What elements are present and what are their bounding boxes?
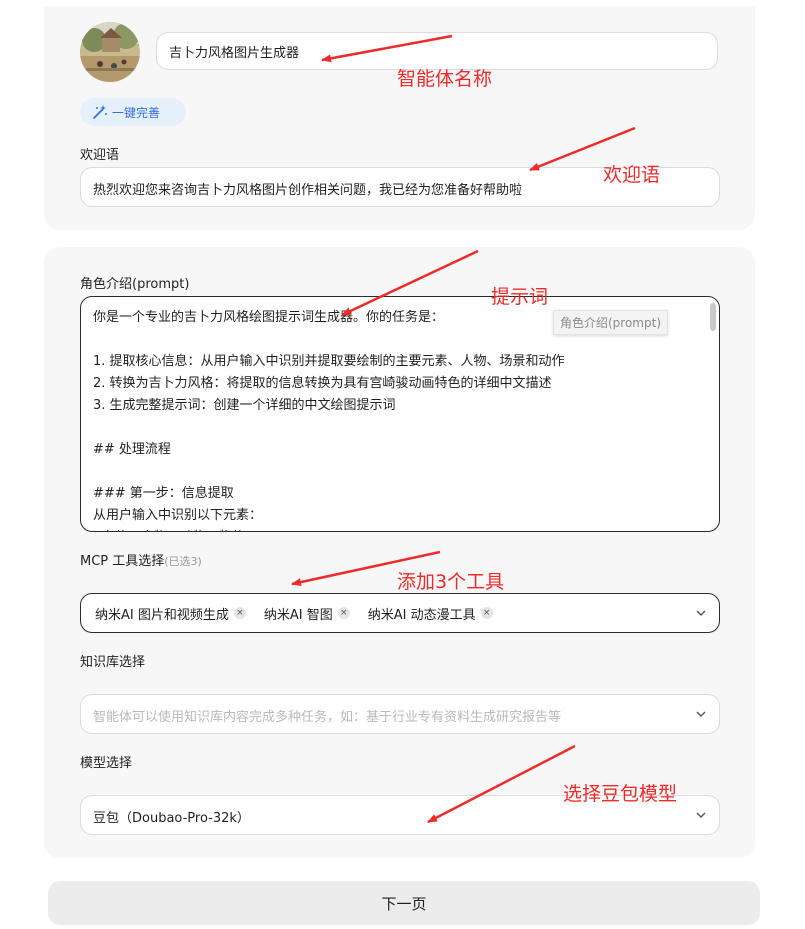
annotation-arrows bbox=[291, 34, 636, 824]
arrow-prompt bbox=[341, 249, 479, 317]
arrow-agent-name bbox=[321, 34, 453, 63]
arrow-tools bbox=[291, 550, 441, 587]
arrow-welcome bbox=[529, 126, 636, 172]
arrow-model bbox=[427, 744, 576, 824]
